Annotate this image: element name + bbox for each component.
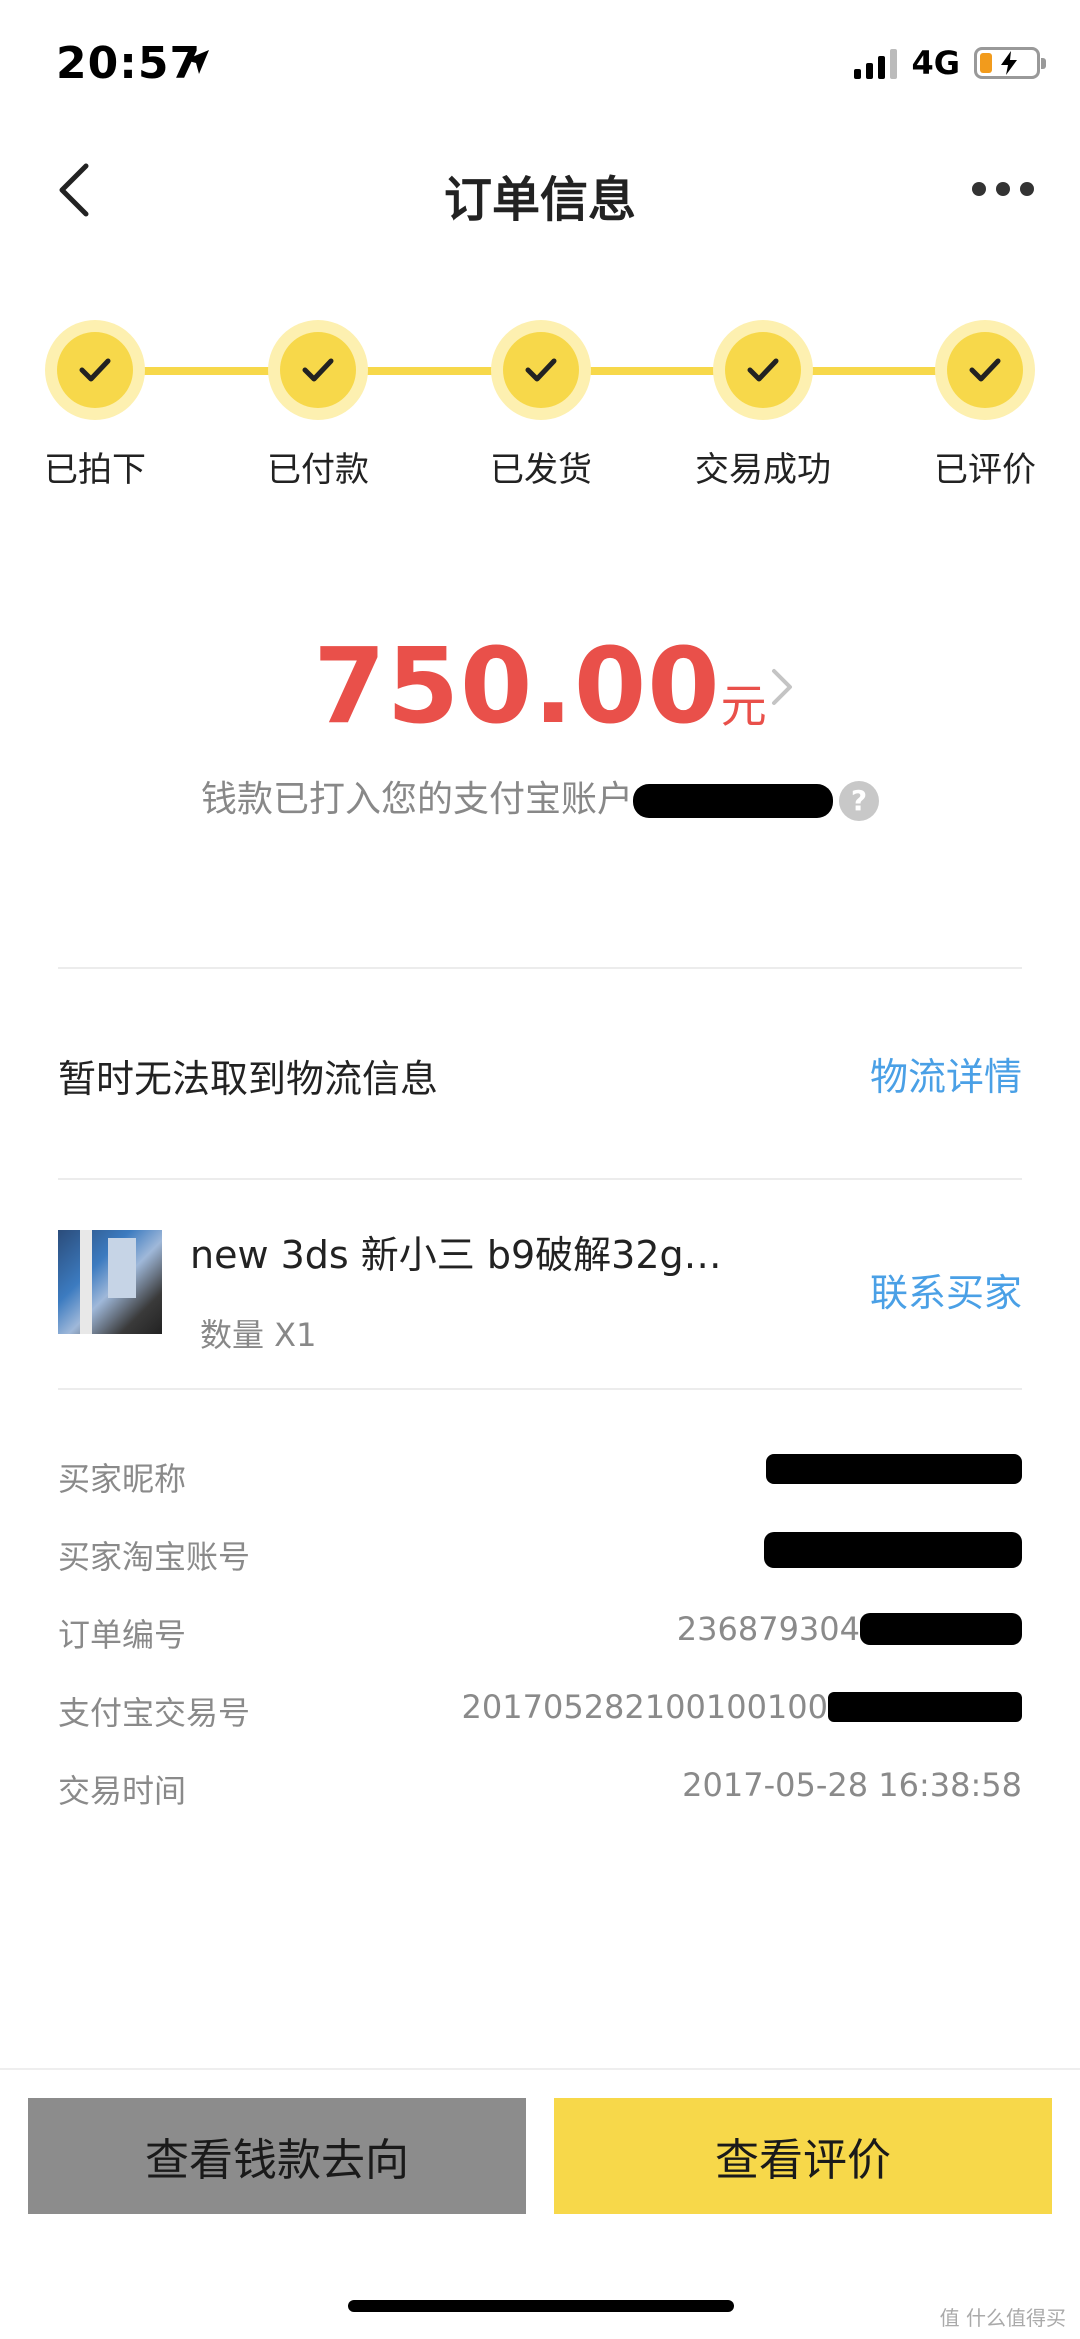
step-label: 已拍下: [44, 450, 146, 490]
chevron-right-icon: [770, 667, 794, 711]
check-icon: [503, 332, 579, 408]
info-row-alipay-number: 支付宝交易号 201705282100100100: [58, 1674, 1022, 1752]
more-icon[interactable]: [972, 182, 1034, 196]
signal-icon: [854, 47, 898, 79]
step-label: 已付款: [267, 450, 369, 490]
check-icon: [57, 332, 133, 408]
order-info: 买家昵称 买家淘宝账号 订单编号 236879304 支付宝交易号 201705…: [58, 1440, 1022, 1830]
divider: [58, 967, 1022, 969]
info-label: 订单编号: [58, 1616, 187, 1654]
amount-row[interactable]: 750.00元: [0, 625, 1080, 747]
payout-text: 钱款已打入您的支付宝账户: [200, 779, 633, 820]
info-row-buyer-taobao: 买家淘宝账号: [58, 1518, 1022, 1596]
check-icon: [947, 332, 1023, 408]
item-thumbnail: [58, 1230, 162, 1334]
payout-info: 钱款已打入您的支付宝账户?: [0, 770, 1080, 822]
info-value: 236879304: [677, 1610, 1022, 1648]
footer-bar: 查看钱款去向 查看评价: [0, 2068, 1080, 2339]
info-value: 2017-05-28 16:38:58: [682, 1766, 1022, 1804]
info-value: [764, 1532, 1022, 1568]
view-money-button[interactable]: 查看钱款去向: [28, 2098, 526, 2214]
status-time: 20:57: [56, 38, 202, 89]
contact-buyer-link[interactable]: 联系买家: [870, 1262, 1022, 1317]
order-number-visible: 236879304: [676, 1610, 860, 1648]
redacted-value: [860, 1613, 1022, 1645]
help-icon[interactable]: ?: [839, 781, 879, 821]
status-bar: 20:57 4G: [0, 0, 1080, 130]
nav-bar: 订单信息: [0, 130, 1080, 250]
order-item[interactable]: new 3ds 新小三 b9破解32g… 数量 X1 联系买家: [58, 1200, 1022, 1360]
step-shipped: 已发货: [461, 320, 621, 491]
step-reviewed: 已评价: [905, 320, 1065, 491]
status-indicators: 4G: [854, 44, 1046, 82]
step-paid: 已付款: [238, 320, 398, 491]
info-value: 201705282100100100: [462, 1688, 1022, 1726]
watermark: 值 什么值得买: [939, 2306, 1066, 2330]
info-label: 支付宝交易号: [58, 1694, 251, 1732]
alipay-number-visible: 201705282100100100: [461, 1688, 828, 1726]
step-ordered: 已拍下: [15, 320, 175, 491]
info-row-buyer-nickname: 买家昵称: [58, 1440, 1022, 1518]
info-value: [766, 1454, 1022, 1484]
step-success: 交易成功: [683, 320, 843, 491]
check-icon: [280, 332, 356, 408]
network-type: 4G: [911, 44, 960, 82]
step-label: 已发货: [490, 450, 592, 490]
amount-value: 750.00: [313, 625, 721, 747]
item-quantity: 数量 X1: [200, 1316, 317, 1354]
logistics-text: 暂时无法取到物流信息: [58, 1057, 439, 1101]
home-indicator[interactable]: [348, 2300, 734, 2312]
redacted-value: [766, 1454, 1022, 1484]
redacted-account: [633, 784, 833, 818]
redacted-value: [828, 1692, 1022, 1722]
info-label: 买家淘宝账号: [58, 1538, 251, 1576]
info-row-order-number: 订单编号 236879304: [58, 1596, 1022, 1674]
amount-unit: 元: [720, 679, 767, 733]
page-title: 订单信息: [443, 172, 636, 228]
info-row-trade-time: 交易时间 2017-05-28 16:38:58: [58, 1752, 1022, 1830]
location-arrow-icon: [183, 48, 211, 80]
info-label: 买家昵称: [58, 1460, 187, 1498]
redacted-value: [764, 1532, 1022, 1568]
logistics-row: 暂时无法取到物流信息 物流详情: [58, 1010, 1022, 1120]
item-title: new 3ds 新小三 b9破解32g…: [190, 1233, 722, 1277]
battery-icon: [974, 47, 1046, 79]
info-label: 交易时间: [58, 1772, 187, 1810]
step-label: 交易成功: [695, 450, 831, 490]
logistics-detail-link[interactable]: 物流详情: [870, 1046, 1022, 1101]
step-label: 已评价: [934, 450, 1036, 490]
divider: [58, 1178, 1022, 1180]
view-review-button[interactable]: 查看评价: [554, 2098, 1052, 2214]
check-icon: [725, 332, 801, 408]
order-progress: 已拍下 已付款 已发货 交易成功 已评价: [0, 320, 1080, 500]
divider: [58, 1388, 1022, 1390]
